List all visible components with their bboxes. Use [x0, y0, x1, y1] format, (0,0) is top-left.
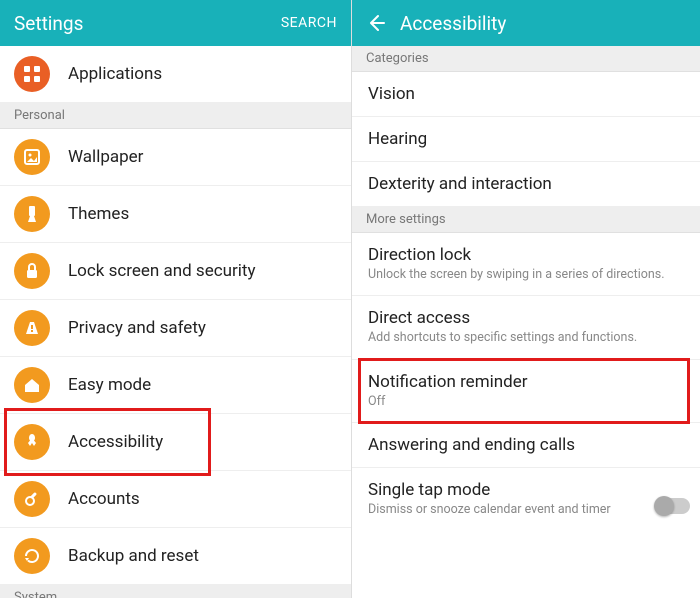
- wallpaper-icon: [14, 139, 50, 175]
- settings-item-applications[interactable]: Applications: [0, 46, 351, 103]
- accessibility-item-dexterity[interactable]: Dexterity and interaction: [352, 162, 700, 207]
- settings-item-lock-security[interactable]: Lock screen and security: [0, 243, 351, 300]
- accessibility-item-single-tap[interactable]: Single tap mode Dismiss or snooze calend…: [352, 468, 700, 522]
- settings-item-label: Backup and reset: [68, 546, 199, 566]
- privacy-icon: [14, 310, 50, 346]
- accounts-icon: [14, 481, 50, 517]
- settings-item-label: Applications: [68, 64, 162, 84]
- settings-item-accessibility[interactable]: Accessibility: [0, 414, 351, 471]
- settings-item-easy-mode[interactable]: Easy mode: [0, 357, 351, 414]
- item-sub: Dismiss or snooze calendar event and tim…: [368, 502, 684, 518]
- accessibility-item-answering-calls[interactable]: Answering and ending calls: [352, 423, 700, 468]
- item-label: Single tap mode: [368, 480, 684, 500]
- settings-header: Settings SEARCH: [0, 0, 351, 46]
- settings-item-label: Accounts: [68, 489, 140, 509]
- settings-panel: Settings SEARCH Applications Personal Wa…: [0, 0, 352, 598]
- easy-mode-icon: [14, 367, 50, 403]
- section-system: System: [0, 585, 351, 598]
- settings-list: Applications Personal Wallpaper Themes L…: [0, 46, 351, 598]
- section-categories: Categories: [352, 46, 700, 72]
- applications-icon: [14, 56, 50, 92]
- themes-icon: [14, 196, 50, 232]
- accessibility-item-notification-reminder[interactable]: Notification reminder Off: [352, 360, 700, 423]
- accessibility-item-direction-lock[interactable]: Direction lock Unlock the screen by swip…: [352, 233, 700, 296]
- back-button[interactable]: [366, 13, 386, 33]
- item-label: Notification reminder: [368, 372, 684, 392]
- settings-item-privacy[interactable]: Privacy and safety: [0, 300, 351, 357]
- accessibility-panel: Accessibility Categories Vision Hearing …: [352, 0, 700, 598]
- settings-item-themes[interactable]: Themes: [0, 186, 351, 243]
- settings-title: Settings: [14, 12, 281, 35]
- settings-item-label: Wallpaper: [68, 147, 143, 167]
- section-more-settings: More settings: [352, 207, 700, 233]
- settings-item-label: Privacy and safety: [68, 318, 206, 338]
- accessibility-item-vision[interactable]: Vision: [352, 72, 700, 117]
- item-label: Direction lock: [368, 245, 684, 265]
- backup-icon: [14, 538, 50, 574]
- settings-item-label: Accessibility: [68, 432, 163, 452]
- settings-item-label: Themes: [68, 204, 129, 224]
- arrow-left-icon: [366, 13, 386, 33]
- item-label: Answering and ending calls: [368, 435, 684, 455]
- settings-item-backup[interactable]: Backup and reset: [0, 528, 351, 585]
- accessibility-item-direct-access[interactable]: Direct access Add shortcuts to specific …: [352, 296, 700, 359]
- settings-item-label: Easy mode: [68, 375, 151, 395]
- item-label: Vision: [368, 84, 684, 104]
- item-label: Hearing: [368, 129, 684, 149]
- settings-item-accounts[interactable]: Accounts: [0, 471, 351, 528]
- accessibility-icon: [14, 424, 50, 460]
- search-button[interactable]: SEARCH: [281, 15, 337, 31]
- item-sub: Unlock the screen by swiping in a series…: [368, 267, 684, 283]
- lock-icon: [14, 253, 50, 289]
- accessibility-header: Accessibility: [352, 0, 700, 46]
- single-tap-toggle[interactable]: [656, 498, 690, 514]
- item-sub: Off: [368, 394, 684, 410]
- item-sub: Add shortcuts to specific settings and f…: [368, 330, 684, 346]
- settings-item-label: Lock screen and security: [68, 261, 256, 281]
- settings-item-wallpaper[interactable]: Wallpaper: [0, 129, 351, 186]
- accessibility-item-hearing[interactable]: Hearing: [352, 117, 700, 162]
- accessibility-title: Accessibility: [400, 12, 686, 35]
- item-label: Dexterity and interaction: [368, 174, 684, 194]
- section-personal: Personal: [0, 103, 351, 129]
- item-label: Direct access: [368, 308, 684, 328]
